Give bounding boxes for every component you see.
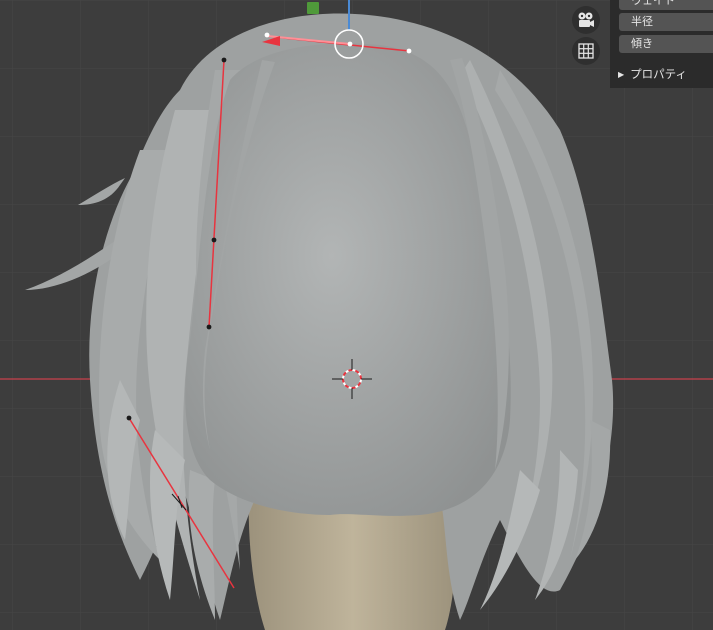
head-mesh: [185, 43, 511, 516]
camera-view-button[interactable]: [572, 6, 600, 34]
ortho-toggle-button[interactable]: [572, 37, 600, 65]
properties-section-label: プロパティ: [630, 67, 687, 81]
camera-icon: [578, 12, 594, 27]
radius-field[interactable]: 半径: [619, 13, 713, 31]
3d-viewport[interactable]: [0, 0, 713, 630]
disclosure-triangle-icon: ▶: [618, 70, 625, 79]
tilt-field[interactable]: 傾き: [619, 35, 713, 53]
properties-section-header[interactable]: ▶ プロパティ: [618, 66, 713, 82]
grid-icon: [578, 43, 594, 59]
weight-field[interactable]: ウェイト: [619, 0, 713, 10]
